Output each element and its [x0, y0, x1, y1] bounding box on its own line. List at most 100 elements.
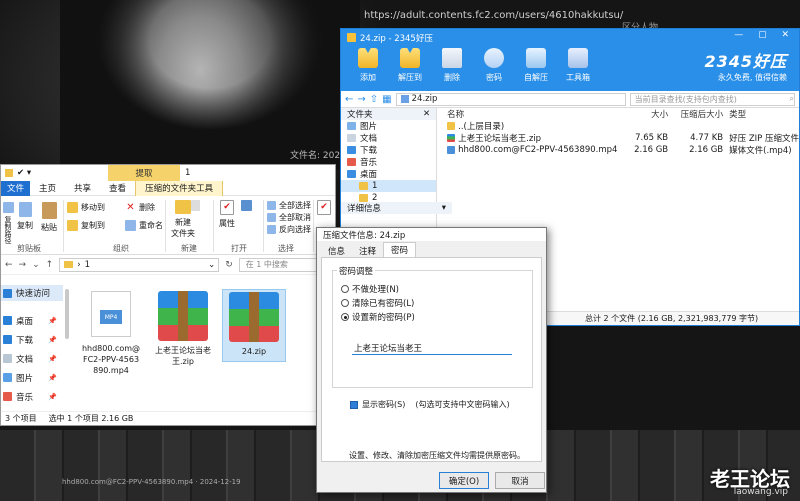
context-tab-extract[interactable]: 提取: [108, 165, 180, 181]
open-icon[interactable]: [241, 200, 252, 211]
sidebar-item-music[interactable]: 音乐 📌: [1, 387, 63, 406]
archive-search-input[interactable]: 当前目录查找(支持包内查找) ⌕: [629, 92, 795, 106]
chevron-down-icon[interactable]: ⌄: [208, 260, 215, 270]
tree-item[interactable]: 音乐: [341, 156, 436, 168]
up-folder-icon: [447, 122, 456, 130]
radio-no-change[interactable]: 不做处理(N): [341, 283, 399, 295]
properties-icon: ✔: [220, 200, 234, 215]
refresh-icon[interactable]: ↻: [225, 260, 233, 270]
extract-all-button[interactable]: ✔: [317, 200, 331, 215]
copy-path-button[interactable]: 复制路径: [1, 202, 15, 244]
document-icon: [3, 354, 12, 363]
archiver-app-icon: [347, 33, 356, 42]
radio-clear-password[interactable]: 清除已有密码(L): [341, 297, 414, 309]
folder-icon: [359, 194, 368, 202]
table-row[interactable]: ..(上层目录): [437, 120, 799, 132]
close-icon[interactable]: ✕: [423, 109, 430, 119]
sidebar-item-documents[interactable]: 文档 📌: [1, 349, 63, 368]
back-arrow-icon[interactable]: ←: [5, 260, 13, 270]
up-folder-icon[interactable]: ⇧: [370, 94, 378, 105]
archive-path-box[interactable]: 24.zip: [395, 92, 626, 106]
tab-comment[interactable]: 注释: [352, 244, 383, 257]
chevron-down-icon[interactable]: ⌄: [32, 260, 40, 270]
cancel-button[interactable]: 取消: [495, 472, 545, 489]
add-button[interactable]: 添加: [353, 46, 383, 83]
picture-icon: [3, 373, 12, 382]
tab-home[interactable]: 主页: [30, 181, 65, 196]
move-icon: [67, 202, 78, 213]
password-group: 密码调整 不做处理(N) 清除已有密码(L) 设置新的密码(P) 上老王论坛当老…: [332, 265, 533, 388]
invert-selection-button[interactable]: 反向选择: [267, 224, 311, 235]
radio-set-password[interactable]: 设置新的密码(P): [341, 311, 415, 323]
sidebar-item-desktop[interactable]: 桌面 📌: [1, 311, 63, 330]
column-type[interactable]: 类型: [723, 108, 799, 120]
tab-compressed-tools[interactable]: 压缩的文件夹工具: [135, 180, 224, 196]
move-to-button[interactable]: 移动到: [67, 202, 105, 213]
tree-item[interactable]: 桌面: [341, 168, 436, 180]
archiver-title: 24.zip - 2345好压: [360, 33, 433, 44]
tab-view[interactable]: 查看: [100, 181, 135, 196]
table-row[interactable]: 上老王论坛当老王.zip 7.65 KB 4.77 KB 好压 ZIP 压缩文件: [437, 132, 799, 144]
sidebar-item-downloads[interactable]: 下载 📌: [1, 330, 63, 349]
ok-button[interactable]: 确定(O): [439, 472, 489, 489]
back-arrow-icon[interactable]: ←: [345, 94, 353, 105]
rename-icon: [125, 220, 136, 231]
tree-item[interactable]: 文档: [341, 132, 436, 144]
delete-button[interactable]: 删除: [437, 46, 467, 83]
forward-arrow-icon[interactable]: →: [357, 94, 365, 105]
view-icon[interactable]: ▦: [382, 94, 391, 105]
tree-item[interactable]: 下载: [341, 144, 436, 156]
select-none-icon: [267, 213, 276, 222]
tab-file[interactable]: 文件: [1, 180, 31, 196]
file-item-mp4[interactable]: MP4 hhd800.com@FC2-PPV-4563890.mp4: [79, 289, 143, 376]
extract-button[interactable]: 解压到: [395, 46, 425, 83]
new-item-icon[interactable]: [191, 200, 200, 211]
sidebar-scrollbar[interactable]: [65, 289, 69, 339]
tree-item-selected[interactable]: 1: [341, 180, 437, 192]
file-item-zip[interactable]: 上老王论坛当老王.zip: [151, 289, 215, 367]
properties-button[interactable]: ✔ 属性: [219, 200, 235, 229]
toolbox-button[interactable]: 工具箱: [563, 46, 593, 83]
paste-button[interactable]: 粘贴: [41, 202, 57, 233]
select-all-button[interactable]: 全部选择: [267, 200, 311, 211]
explorer-status-bar: 3 个项目 选中 1 个项目 2.16 GB: [1, 411, 335, 425]
document-icon: [347, 134, 356, 142]
tab-share[interactable]: 共享: [65, 181, 100, 196]
self-extract-button[interactable]: 自解压: [521, 46, 551, 83]
file-item-24-zip[interactable]: 24.zip: [222, 289, 286, 362]
details-header[interactable]: 详细信息 ▾: [341, 202, 452, 214]
address-input[interactable]: › 1 ⌄: [59, 257, 220, 272]
tree-item[interactable]: 图片: [341, 120, 436, 132]
up-arrow-icon[interactable]: ↑: [46, 260, 54, 270]
tab-info[interactable]: 信息: [321, 244, 352, 257]
delete-button[interactable]: ✕ 删除: [125, 202, 155, 213]
window-controls[interactable]: — ▢ ✕: [734, 30, 795, 40]
quick-access-toolbar[interactable]: ✔ ▾: [17, 168, 31, 178]
rename-button[interactable]: 重命名: [125, 220, 163, 231]
file-list-header: 名称 大小 压缩后大小 类型: [437, 108, 799, 120]
select-none-button[interactable]: 全部取消: [267, 212, 311, 223]
password-input[interactable]: 上老王论坛当老王: [352, 341, 512, 355]
copy-button[interactable]: 复制: [17, 202, 33, 231]
ribbon-tabs: 文件 主页 共享 查看 压缩的文件夹工具: [1, 180, 335, 196]
breadcrumb-chevron-icon: ›: [77, 259, 81, 270]
table-row[interactable]: hhd800.com@FC2-PPV-4563890.mp4 2.16 GB 2…: [437, 144, 799, 156]
forward-arrow-icon[interactable]: →: [19, 260, 27, 270]
explorer-search-input[interactable]: 在 1 中搜索: [238, 257, 323, 272]
copy-to-button[interactable]: 复制到: [67, 220, 105, 231]
chevron-down-icon[interactable]: ▾: [442, 203, 446, 213]
column-name[interactable]: 名称: [437, 108, 618, 120]
sidebar-item-pictures[interactable]: 图片 📌: [1, 368, 63, 387]
archiver-toolbar: 添加 解压到 删除 密码 自解压 工具箱 2345好压 永久免费, 值得信赖: [341, 46, 799, 91]
explorer-window: ✔ ▾ 提取 1 文件 主页 共享 查看 压缩的文件夹工具 复制路径 复制 粘贴…: [0, 164, 336, 426]
column-compressed[interactable]: 压缩后大小: [668, 108, 724, 120]
folder-tree-header[interactable]: 文件夹 ✕: [341, 108, 437, 120]
sidebar-item-quick-access[interactable]: 快速访问: [1, 285, 63, 301]
password-button[interactable]: 密码: [479, 46, 509, 83]
archiver-titlebar: 24.zip - 2345好压 — ▢ ✕: [341, 29, 799, 46]
tab-password[interactable]: 密码: [383, 242, 417, 257]
show-password-checkbox[interactable]: 显示密码(S) (勾选可支持中文密码输入): [350, 399, 510, 410]
column-size[interactable]: 大小: [618, 108, 668, 120]
dialog-tabs: 信息 注释 密码: [317, 241, 546, 257]
download-icon: [347, 146, 356, 154]
